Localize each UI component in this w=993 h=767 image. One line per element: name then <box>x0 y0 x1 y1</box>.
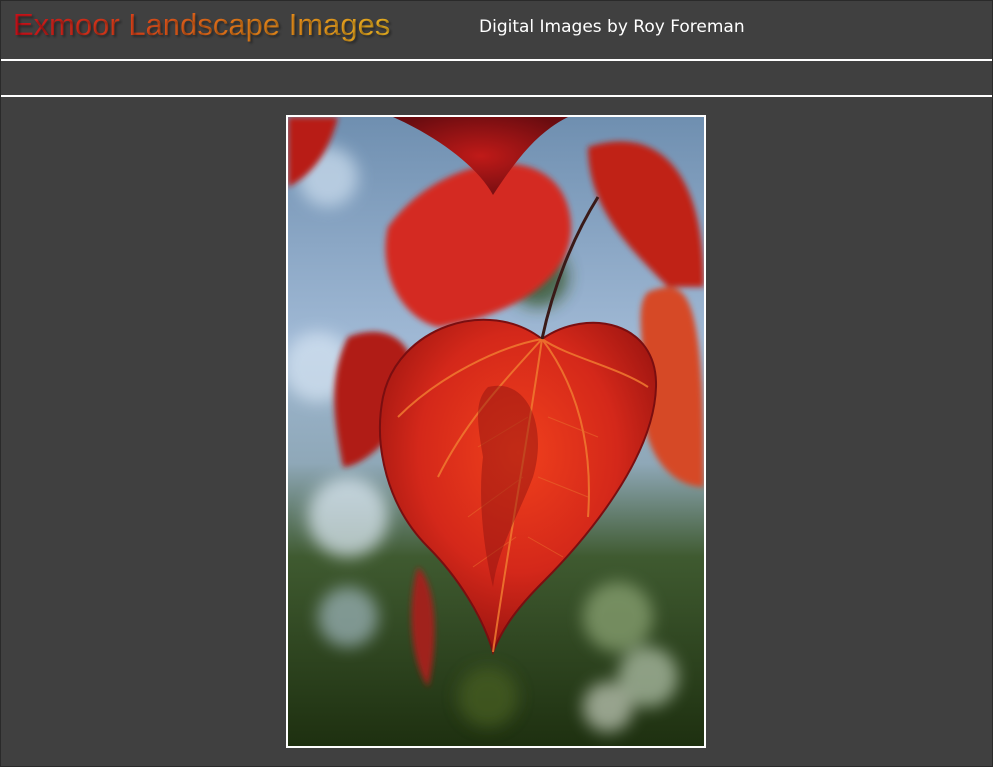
nav-bar <box>1 61 992 95</box>
site-subtitle: Digital Images by Roy Foreman <box>479 17 745 37</box>
site-title[interactable]: Exmoor Landscape Images <box>13 7 390 43</box>
page: Exmoor Landscape Images Digital Images b… <box>0 0 993 767</box>
featured-photo[interactable] <box>286 115 706 748</box>
site-header: Exmoor Landscape Images Digital Images b… <box>1 1 992 59</box>
leaf-photo-image <box>288 117 704 746</box>
nav-divider <box>1 95 992 97</box>
